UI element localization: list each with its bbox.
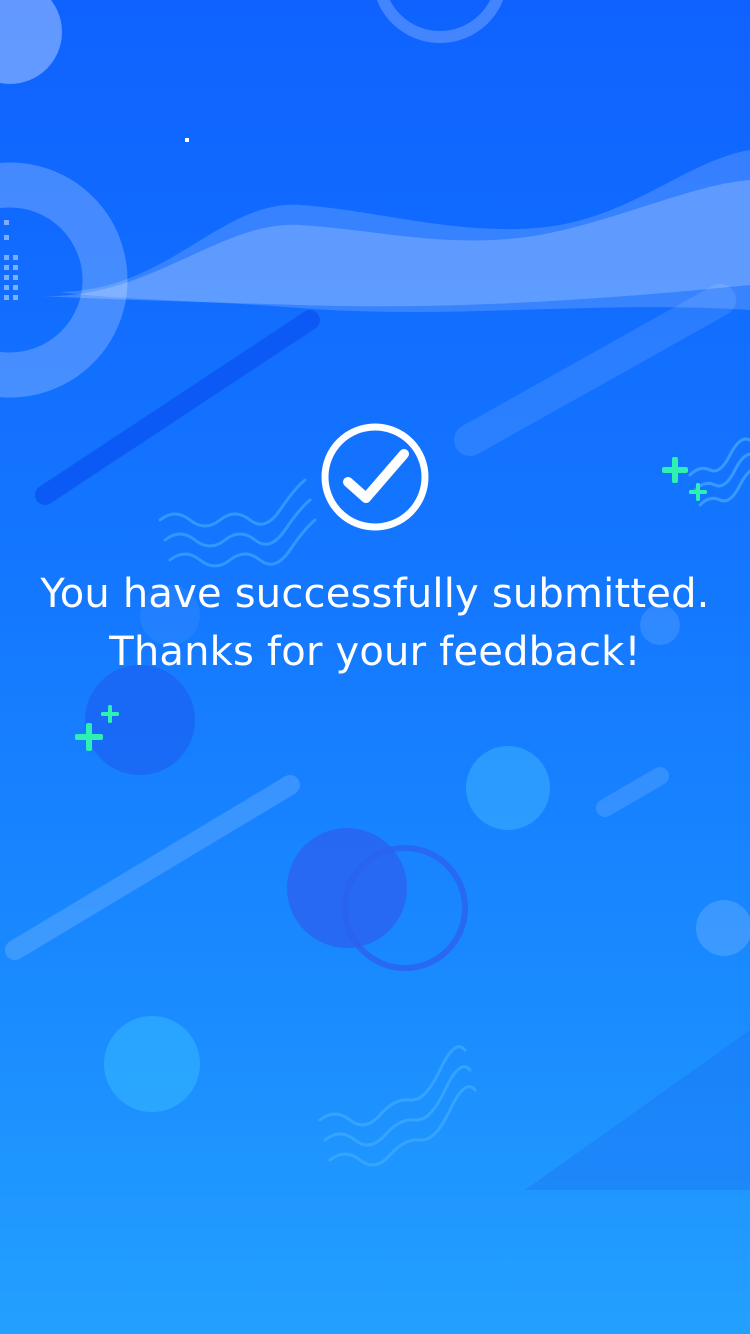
success-message: You have successfully submitted. xyxy=(40,571,710,617)
check-circle-icon xyxy=(321,423,429,531)
success-screen: You have successfully submitted. Thanks … xyxy=(0,0,750,1334)
thanks-message: Thanks for your feedback! xyxy=(109,629,641,675)
